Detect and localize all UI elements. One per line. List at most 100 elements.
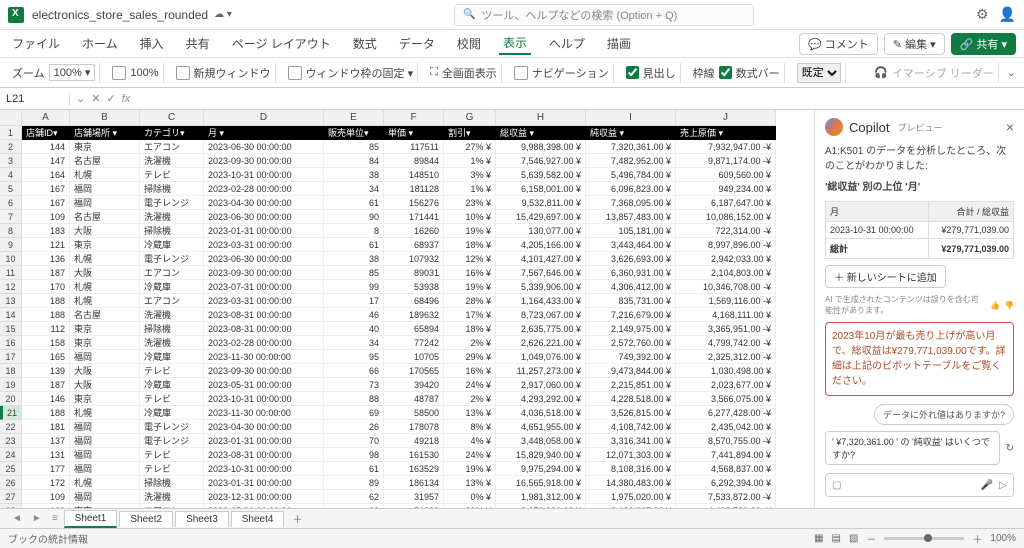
row-header[interactable]: 11 <box>0 266 22 280</box>
table-header[interactable]: 店舗ID▾ <box>22 126 70 140</box>
col-header-B[interactable]: B <box>70 110 140 126</box>
cell[interactable]: 4,651,955.00 ¥ <box>496 420 586 434</box>
cell[interactable]: 167 <box>22 196 70 210</box>
row-header[interactable]: 13 <box>0 294 22 308</box>
cell[interactable]: 2023-06-30 00:00:00 <box>204 140 324 154</box>
cell[interactable]: 冷蔵庫 <box>140 378 204 392</box>
cell[interactable]: 4% ¥ <box>444 434 496 448</box>
cell[interactable]: 13,857,483.00 ¥ <box>586 210 676 224</box>
cell[interactable]: 名古屋 <box>70 154 140 168</box>
cell[interactable]: 札幌 <box>70 252 140 266</box>
cell[interactable]: 136 <box>22 252 70 266</box>
table-header[interactable]: 売上原価 ▾ <box>676 126 776 140</box>
cell[interactable]: 39420 <box>384 378 444 392</box>
sheet-tab-Sheet1[interactable]: Sheet1 <box>64 510 118 528</box>
cell[interactable]: 8,997,896.00 -¥ <box>676 238 776 252</box>
cell[interactable]: 4,293,292.00 ¥ <box>496 392 586 406</box>
row-header[interactable]: 16 <box>0 336 22 350</box>
ribbon-tab-描画[interactable]: 描画 <box>603 33 635 54</box>
cell[interactable]: 187 <box>22 378 70 392</box>
cell[interactable]: 電子レンジ <box>140 420 204 434</box>
cell[interactable]: エアコン <box>140 504 204 508</box>
cell[interactable]: 2,435,042.00 ¥ <box>676 420 776 434</box>
row-header[interactable]: 14 <box>0 308 22 322</box>
fx-icon[interactable]: fx <box>122 93 131 105</box>
cell[interactable]: 電子レンジ <box>140 434 204 448</box>
cell[interactable]: 181128 <box>384 182 444 196</box>
cell[interactable]: 61 <box>324 462 384 476</box>
cell[interactable]: 2023-03-31 00:00:00 <box>204 294 324 308</box>
zoom-dropdown[interactable]: 100% ▾ <box>49 64 96 81</box>
cell[interactable]: 6,096,823.00 ¥ <box>586 182 676 196</box>
cell[interactable]: 4,799,742.00 -¥ <box>676 336 776 350</box>
cell[interactable]: 66 <box>324 364 384 378</box>
cell[interactable]: 福岡 <box>70 196 140 210</box>
cell[interactable]: 73 <box>324 378 384 392</box>
cell[interactable]: 4,228,518.00 ¥ <box>586 392 676 406</box>
sheet-tab-Sheet4[interactable]: Sheet4 <box>231 511 285 527</box>
cell[interactable]: 2023-06-30 00:00:00 <box>204 252 324 266</box>
cell[interactable]: 1,164,433.00 ¥ <box>496 294 586 308</box>
cell[interactable]: 9,988,398.00 ¥ <box>496 140 586 154</box>
row-header[interactable]: 26 <box>0 476 22 490</box>
row-header[interactable]: 28 <box>0 504 22 508</box>
cell[interactable]: 148510 <box>384 168 444 182</box>
cell[interactable]: 2023-05-31 00:00:00 <box>204 504 324 508</box>
cell[interactable]: 109 <box>22 490 70 504</box>
cell[interactable]: 2023-01-31 00:00:00 <box>204 476 324 490</box>
formulabar-checkbox[interactable] <box>719 66 732 79</box>
row-header[interactable]: 5 <box>0 182 22 196</box>
cell[interactable]: 89844 <box>384 154 444 168</box>
account-icon[interactable]: 👤 <box>999 6 1016 23</box>
cell[interactable]: 札幌 <box>70 294 140 308</box>
cell[interactable]: 7,932,947.00 -¥ <box>676 140 776 154</box>
cell[interactable]: 2023-04-30 00:00:00 <box>204 196 324 210</box>
cell[interactable]: 4,168,111.00 ¥ <box>676 308 776 322</box>
cell[interactable]: 183 <box>22 224 70 238</box>
suggestion-chip[interactable]: データに外れ値はありますか? <box>874 404 1014 425</box>
col-header-J[interactable]: J <box>676 110 776 126</box>
cell[interactable]: 61 <box>324 238 384 252</box>
cell[interactable]: 7,320,361.00 ¥ <box>586 140 676 154</box>
cell[interactable]: 10% ¥ <box>444 210 496 224</box>
table-header[interactable]: カテゴリ▾ <box>140 126 204 140</box>
cell[interactable]: 札幌 <box>70 406 140 420</box>
cell[interactable]: 165 <box>22 350 70 364</box>
cell[interactable]: 164 <box>22 168 70 182</box>
cell[interactable]: 大阪 <box>70 224 140 238</box>
ribbon-tab-ヘルプ[interactable]: ヘルプ <box>545 33 589 54</box>
row-header[interactable]: 25 <box>0 462 22 476</box>
cell[interactable]: 2023-01-31 00:00:00 <box>204 434 324 448</box>
cell[interactable]: 98 <box>324 448 384 462</box>
row-header[interactable]: 17 <box>0 350 22 364</box>
cell[interactable]: 2% ¥ <box>444 392 496 406</box>
select-all-corner[interactable] <box>0 110 22 126</box>
table-header[interactable]: 店舗場所 ▾ <box>70 126 140 140</box>
cell[interactable]: 34 <box>324 336 384 350</box>
cell[interactable]: 85 <box>324 266 384 280</box>
cell[interactable]: 東京 <box>70 392 140 406</box>
cell[interactable]: 7,546,927.00 ¥ <box>496 154 586 168</box>
cell[interactable]: 2023-11-30 00:00:00 <box>204 406 324 420</box>
cell[interactable]: 11,257,273.00 ¥ <box>496 364 586 378</box>
cell[interactable]: 2023-06-30 00:00:00 <box>204 210 324 224</box>
row-header[interactable]: 21 <box>0 406 22 420</box>
cell[interactable]: 48787 <box>384 392 444 406</box>
cell[interactable]: 大阪 <box>70 364 140 378</box>
cell[interactable]: 電子レンジ <box>140 196 204 210</box>
cell[interactable]: 4,108,742.00 ¥ <box>586 420 676 434</box>
sheet-tab-Sheet3[interactable]: Sheet3 <box>175 511 229 527</box>
cell[interactable]: 東京 <box>70 140 140 154</box>
cell[interactable]: 8,570,755.00 -¥ <box>676 434 776 448</box>
col-header-G[interactable]: G <box>444 110 496 126</box>
cell[interactable]: 51283 <box>384 504 444 508</box>
cell[interactable]: 2,023,677.00 ¥ <box>676 378 776 392</box>
cell[interactable]: 139 <box>22 364 70 378</box>
row-header[interactable]: 15 <box>0 322 22 336</box>
cell[interactable]: 2023-04-30 00:00:00 <box>204 420 324 434</box>
cell[interactable]: 2,215,851.00 ¥ <box>586 378 676 392</box>
freeze-panes-button[interactable]: ウィンドウ枠の固定 ▾ <box>306 65 414 81</box>
cell[interactable]: 107932 <box>384 252 444 266</box>
col-header-F[interactable]: F <box>384 110 444 126</box>
cell[interactable]: 147 <box>22 154 70 168</box>
